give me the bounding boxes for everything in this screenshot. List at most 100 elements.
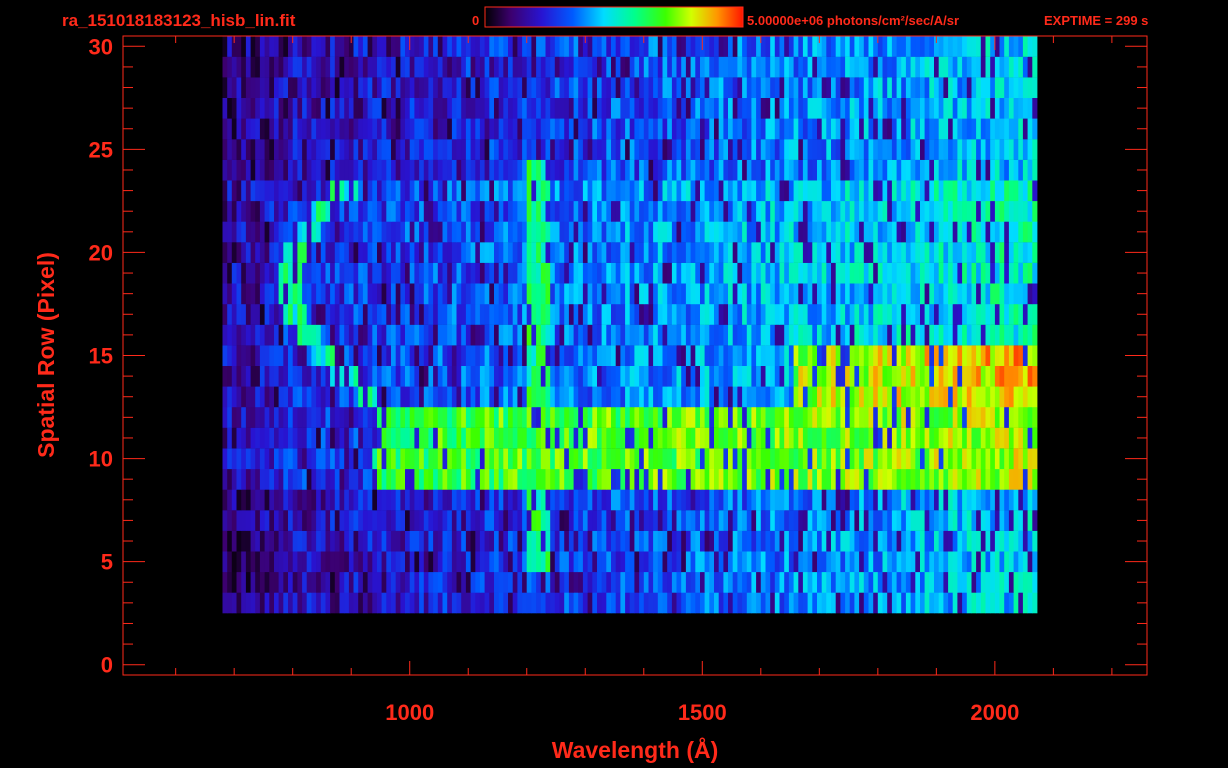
heatmap-cell bbox=[891, 262, 897, 284]
heatmap-cell bbox=[437, 489, 443, 511]
heatmap-cell bbox=[784, 571, 790, 593]
heatmap-cell bbox=[849, 262, 855, 284]
heatmap-cell bbox=[826, 77, 832, 98]
heatmap-cell bbox=[765, 530, 771, 552]
heatmap-cell bbox=[592, 592, 598, 614]
heatmap-cell bbox=[728, 139, 734, 160]
heatmap-cell bbox=[723, 448, 729, 470]
heatmap-cell bbox=[465, 56, 471, 78]
heatmap-cell bbox=[241, 221, 247, 243]
heatmap-cell bbox=[962, 221, 968, 243]
heatmap-cell bbox=[269, 551, 275, 573]
heatmap-cell bbox=[831, 221, 837, 243]
heatmap-cell bbox=[770, 386, 776, 408]
heatmap-cell bbox=[718, 427, 724, 449]
heatmap-cell bbox=[522, 262, 528, 284]
heatmap-cell bbox=[437, 427, 443, 449]
heatmap-cell bbox=[639, 386, 645, 408]
heatmap-cell bbox=[774, 221, 780, 243]
heatmap-cell bbox=[330, 200, 336, 222]
heatmap-cell bbox=[784, 345, 790, 366]
heatmap-cell bbox=[494, 386, 500, 408]
heatmap-cell bbox=[522, 448, 528, 470]
heatmap-cell bbox=[550, 221, 556, 243]
heatmap-cell bbox=[522, 530, 528, 552]
heatmap-cell bbox=[854, 304, 860, 325]
heatmap-cell bbox=[700, 200, 706, 222]
heatmap-cell bbox=[714, 159, 720, 181]
heatmap-cell bbox=[957, 200, 963, 222]
heatmap-cell bbox=[985, 262, 991, 284]
heatmap-cell bbox=[980, 118, 986, 140]
heatmap-cell bbox=[943, 386, 949, 408]
heatmap-cell bbox=[1004, 571, 1010, 593]
heatmap-cell bbox=[784, 468, 790, 490]
heatmap-cell bbox=[793, 36, 799, 57]
heatmap-cell bbox=[489, 407, 495, 428]
heatmap-cell bbox=[414, 118, 420, 140]
heatmap-cell bbox=[873, 571, 879, 593]
heatmap-cell bbox=[877, 56, 883, 78]
heatmap-cell bbox=[311, 407, 317, 428]
heatmap-cell bbox=[245, 180, 251, 202]
heatmap-cell bbox=[288, 283, 294, 305]
heatmap-cell bbox=[817, 56, 823, 78]
heatmap-cell bbox=[442, 221, 448, 243]
heatmap-cell bbox=[788, 180, 794, 202]
heatmap-cell bbox=[737, 242, 743, 263]
heatmap-cell bbox=[479, 592, 485, 614]
heatmap-cell bbox=[1004, 407, 1010, 428]
heatmap-cell bbox=[531, 36, 537, 57]
heatmap-cell bbox=[648, 36, 654, 57]
heatmap-cell bbox=[966, 221, 972, 243]
heatmap-cell bbox=[503, 489, 509, 511]
heatmap-cell bbox=[578, 468, 584, 490]
heatmap-cell bbox=[615, 365, 621, 387]
heatmap-cell bbox=[465, 571, 471, 593]
heatmap-cell bbox=[367, 468, 373, 490]
heatmap-cell bbox=[915, 36, 921, 57]
heatmap-cell bbox=[957, 571, 963, 593]
heatmap-cell bbox=[779, 283, 785, 305]
heatmap-cell bbox=[905, 200, 911, 222]
heatmap-cell bbox=[456, 427, 462, 449]
heatmap-cell bbox=[255, 592, 261, 614]
heatmap-cell bbox=[882, 592, 888, 614]
heatmap-cell bbox=[241, 262, 247, 284]
heatmap-cell bbox=[840, 448, 846, 470]
heatmap-cell bbox=[835, 36, 841, 57]
heatmap-cell bbox=[1004, 530, 1010, 552]
heatmap-cell bbox=[334, 304, 340, 325]
heatmap-cell bbox=[924, 571, 930, 593]
heatmap-cell bbox=[597, 139, 603, 160]
heatmap-cell bbox=[793, 345, 799, 366]
heatmap-cell bbox=[891, 592, 897, 614]
heatmap-cell bbox=[222, 304, 228, 325]
heatmap-cell bbox=[255, 283, 261, 305]
heatmap-cell bbox=[545, 36, 551, 57]
heatmap-cell bbox=[765, 592, 771, 614]
heatmap-cell bbox=[788, 77, 794, 98]
heatmap-cell bbox=[1013, 159, 1019, 181]
heatmap-cell bbox=[302, 200, 308, 222]
heatmap-cell bbox=[751, 448, 757, 470]
heatmap-cell bbox=[377, 365, 383, 387]
heatmap-cell bbox=[428, 324, 434, 346]
heatmap-cell bbox=[756, 407, 762, 428]
heatmap-cell bbox=[774, 365, 780, 387]
heatmap-cell bbox=[1022, 489, 1028, 511]
heatmap-cell bbox=[353, 77, 359, 98]
heatmap-cell bbox=[484, 530, 490, 552]
heatmap-cell bbox=[807, 200, 813, 222]
heatmap-cell bbox=[278, 510, 284, 531]
heatmap-cell bbox=[709, 510, 715, 531]
heatmap-cell bbox=[306, 56, 312, 78]
heatmap-cell bbox=[671, 324, 677, 346]
heatmap-cell bbox=[367, 180, 373, 202]
heatmap-cell bbox=[508, 242, 514, 263]
heatmap-cell bbox=[1013, 489, 1019, 511]
heatmap-cell bbox=[648, 97, 654, 119]
heatmap-cell bbox=[807, 324, 813, 346]
heatmap-cell bbox=[779, 448, 785, 470]
heatmap-cell bbox=[948, 56, 954, 78]
